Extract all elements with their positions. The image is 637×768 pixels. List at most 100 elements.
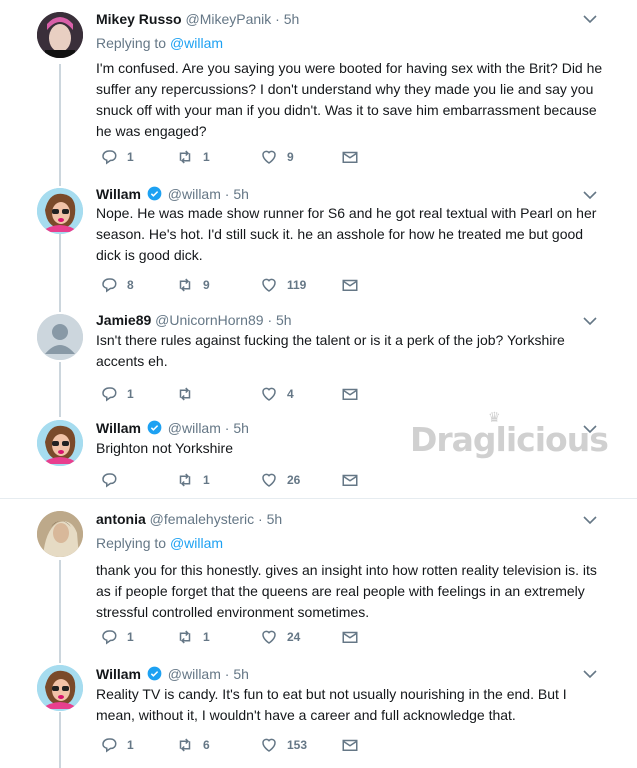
timestamp[interactable]: 5h — [284, 11, 300, 27]
retweet-button[interactable]: 1 — [176, 147, 210, 167]
dm-button[interactable] — [341, 147, 359, 167]
tweet[interactable]: Willam @willam · 5h Reality TV is candy.… — [0, 653, 637, 768]
tweet-actions: 1 1 9 — [96, 147, 376, 167]
chevron-down-icon[interactable] — [583, 669, 597, 679]
like-button[interactable]: 119 — [260, 275, 306, 295]
tweet[interactable]: Willam @willam · 5h Nope. He was made sh… — [0, 180, 637, 302]
tweet[interactable]: Jamie89 @UnicornHorn89 · 5h Isn't there … — [0, 302, 637, 412]
display-name[interactable]: Jamie89 — [96, 312, 151, 328]
chevron-down-icon[interactable] — [583, 14, 597, 24]
retweet-count: 1 — [203, 473, 210, 487]
retweet-button[interactable]: 6 — [176, 735, 210, 755]
replying-to: Replying to @willam — [96, 35, 224, 51]
retweet-icon — [179, 278, 191, 292]
dm-button[interactable] — [341, 470, 359, 490]
dm-button[interactable] — [341, 735, 359, 755]
tweet-text: thank you for this honestly. gives an in… — [96, 562, 597, 620]
timestamp[interactable]: 5h — [233, 420, 249, 436]
retweet-icon — [179, 738, 191, 752]
reply-icon — [102, 630, 117, 645]
envelope-icon — [342, 474, 358, 486]
like-button[interactable]: 4 — [260, 384, 294, 404]
display-name[interactable]: antonia — [96, 511, 146, 527]
heart-icon — [262, 630, 276, 644]
retweet-button[interactable]: 1 — [176, 470, 210, 490]
mention-link[interactable]: @willam — [170, 35, 223, 51]
user-handle[interactable]: @willam — [168, 666, 221, 682]
timestamp[interactable]: 5h — [276, 312, 292, 328]
display-name[interactable]: Mikey Russo — [96, 11, 182, 27]
timestamp[interactable]: 5h — [267, 511, 283, 527]
reply-button[interactable]: 1 — [100, 735, 134, 755]
retweet-button[interactable]: 1 — [176, 627, 210, 647]
like-count: 4 — [287, 387, 294, 401]
tweet-actions: 1 1 24 — [96, 627, 376, 647]
avatar[interactable] — [37, 314, 83, 360]
reply-icon — [102, 150, 117, 165]
envelope-icon — [342, 739, 358, 751]
reply-count: 8 — [127, 278, 134, 292]
tweet-text: I'm confused. Are you saying you were bo… — [96, 60, 603, 139]
chevron-down-icon[interactable] — [583, 515, 597, 525]
reply-button[interactable]: 1 — [100, 627, 134, 647]
retweet-icon — [179, 630, 191, 644]
reply-button[interactable]: 1 — [100, 147, 134, 167]
tweet-actions: 1 6 153 — [96, 735, 376, 755]
user-handle[interactable]: @MikeyPanik — [185, 11, 271, 27]
avatar[interactable] — [37, 12, 83, 58]
chevron-down-icon[interactable] — [583, 316, 597, 326]
retweet-button[interactable]: 9 — [176, 275, 210, 295]
like-button[interactable]: 24 — [260, 627, 300, 647]
like-button[interactable]: 26 — [260, 470, 300, 490]
user-handle[interactable]: @willam — [168, 186, 221, 202]
mention-link[interactable]: @willam — [170, 535, 223, 551]
heart-icon — [262, 278, 276, 292]
avatar[interactable] — [37, 511, 83, 557]
tweet-header: antonia @femalehysteric · 5h — [96, 511, 283, 527]
retweet-button[interactable] — [176, 384, 203, 404]
tweet[interactable]: Mikey Russo @MikeyPanik · 5h Replying to… — [0, 0, 637, 180]
tweet[interactable]: antonia @femalehysteric · 5h Replying to… — [0, 499, 637, 653]
heart-icon — [262, 150, 276, 164]
chevron-down-icon[interactable] — [583, 190, 597, 200]
like-count: 119 — [287, 278, 307, 292]
reply-button[interactable]: 1 — [100, 384, 134, 404]
timestamp[interactable]: 5h — [233, 666, 249, 682]
chevron-down-icon[interactable] — [583, 424, 597, 434]
tweet-actions: 1 4 — [96, 384, 376, 404]
heart-icon — [262, 473, 276, 487]
tweet-header: Jamie89 @UnicornHorn89 · 5h — [96, 312, 292, 328]
dm-button[interactable] — [341, 384, 359, 404]
retweet-icon — [179, 473, 191, 487]
tweet-actions: 8 9 119 — [96, 275, 376, 295]
display-name[interactable]: Willam — [96, 186, 141, 202]
reply-button[interactable]: 8 — [100, 275, 134, 295]
avatar[interactable] — [37, 665, 83, 711]
reply-button[interactable] — [100, 470, 127, 490]
like-count: 153 — [287, 738, 308, 752]
display-name[interactable]: Willam — [96, 420, 141, 436]
dm-button[interactable] — [341, 275, 359, 295]
tweet[interactable]: Willam @willam · 5h Brighton not Yorkshi… — [0, 412, 637, 498]
avatar[interactable] — [37, 188, 83, 234]
retweet-count: 6 — [203, 738, 210, 752]
avatar[interactable] — [37, 420, 83, 466]
like-button[interactable]: 153 — [260, 735, 307, 755]
envelope-icon — [342, 631, 358, 643]
display-name[interactable]: Willam — [96, 666, 141, 682]
tweet-header: Willam @willam · 5h — [96, 666, 249, 682]
tweet-header: Willam @willam · 5h — [96, 186, 249, 202]
timestamp[interactable]: 5h — [233, 186, 249, 202]
verified-badge-icon — [147, 666, 162, 681]
heart-icon — [262, 738, 276, 752]
tweet-text: Isn't there rules against fucking the ta… — [96, 332, 565, 369]
user-handle[interactable]: @UnicornHorn89 — [155, 312, 263, 328]
dm-button[interactable] — [341, 627, 359, 647]
reply-count: 1 — [127, 630, 134, 644]
reply-count: 1 — [127, 150, 134, 164]
like-button[interactable]: 9 — [260, 147, 294, 167]
user-handle[interactable]: @willam — [168, 420, 221, 436]
like-count: 26 — [287, 473, 301, 487]
tweet-header: Mikey Russo @MikeyPanik · 5h — [96, 11, 300, 27]
user-handle[interactable]: @femalehysteric — [150, 511, 254, 527]
